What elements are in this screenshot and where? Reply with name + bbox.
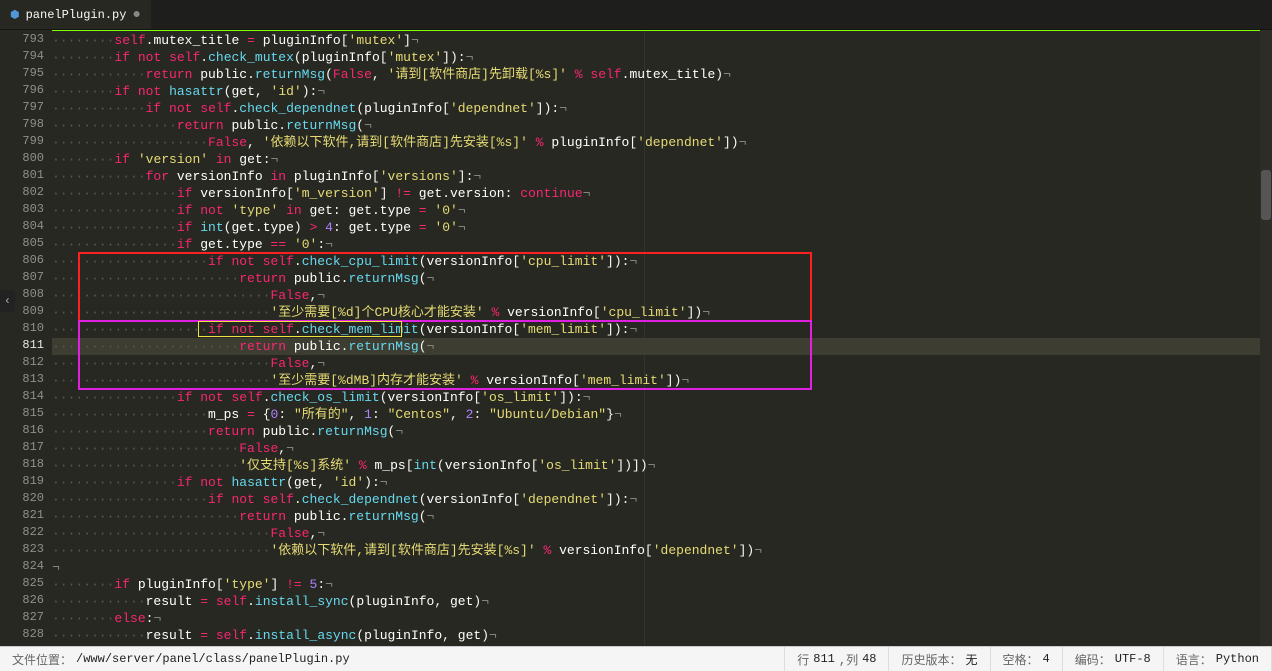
tab-bar: ⬢ panelPlugin.py ●	[0, 0, 1272, 30]
code-line[interactable]: ········self.mutex_title = pluginInfo['m…	[52, 32, 1272, 49]
scrollbar-thumb[interactable]	[1261, 170, 1271, 220]
status-indent[interactable]: 空格： 4	[991, 647, 1063, 671]
code-line[interactable]: ············result = self.install_async(…	[52, 627, 1272, 644]
code-line[interactable]: ························return public.re…	[52, 508, 1272, 525]
code-line[interactable]: ················if not self.check_os_lim…	[52, 389, 1272, 406]
code-line[interactable]: ····················if not self.check_cp…	[52, 253, 1272, 270]
python-file-icon: ⬢	[10, 8, 20, 22]
code-line[interactable]: ············return public.returnMsg(Fals…	[52, 66, 1272, 83]
code-line[interactable]: ········if not hasattr(get, 'id'):¬	[52, 83, 1272, 100]
editor-area[interactable]: 7937947957967977987998008018028038048058…	[0, 30, 1272, 646]
code-line[interactable]: ················if get.type == '0':¬	[52, 236, 1272, 253]
code-line[interactable]: ············result = self.install_sync(p…	[52, 593, 1272, 610]
status-encoding[interactable]: 编码： UTF-8	[1063, 647, 1164, 671]
code-line[interactable]: ····························False,¬	[52, 355, 1272, 372]
side-panel-toggle[interactable]: ‹	[0, 290, 15, 312]
status-bar: 文件位置： /www/server/panel/class/panelPlugi…	[0, 646, 1272, 671]
code-line[interactable]: ····························False,¬	[52, 287, 1272, 304]
line-number-gutter: 7937947957967977987998008018028038048058…	[0, 30, 52, 646]
code-line[interactable]: ····················if not self.check_de…	[52, 491, 1272, 508]
vertical-scrollbar[interactable]	[1260, 30, 1272, 646]
status-language[interactable]: 语言： Python	[1164, 647, 1272, 671]
code-line[interactable]: ········if 'version' in get:¬	[52, 151, 1272, 168]
code-line[interactable]: ····················False, '依赖以下软件,请到[软件…	[52, 134, 1272, 151]
code-line[interactable]: ················return public.returnMsg(…	[52, 117, 1272, 134]
code-line[interactable]: ················if int(get.type) > 4: ge…	[52, 219, 1272, 236]
code-line[interactable]: ························'仅支持[%s]系统' % m_…	[52, 457, 1272, 474]
status-history[interactable]: 历史版本： 无	[889, 647, 990, 671]
code-line[interactable]: ····························False,¬	[52, 525, 1272, 542]
status-line-col[interactable]: 行 811 ,列 48	[785, 647, 889, 671]
code-line[interactable]: ························return public.re…	[52, 270, 1272, 287]
code-line[interactable]: ············if not self.check_dependnet(…	[52, 100, 1272, 117]
code-line[interactable]: ····························'至少需要[%dMB]内…	[52, 372, 1272, 389]
tab-modified-indicator[interactable]: ●	[132, 7, 140, 23]
code-line[interactable]: ····················if not self.check_me…	[52, 321, 1272, 338]
tab-active[interactable]: ⬢ panelPlugin.py ●	[0, 0, 151, 29]
code-line[interactable]: ························False,¬	[52, 440, 1272, 457]
code-line[interactable]: ························return public.re…	[52, 338, 1272, 355]
code-line[interactable]: ············for versionInfo in pluginInf…	[52, 168, 1272, 185]
code-line[interactable]: ········else:¬	[52, 610, 1272, 627]
code-line[interactable]: ················if not 'type' in get: ge…	[52, 202, 1272, 219]
code-line[interactable]: ····················return public.return…	[52, 423, 1272, 440]
code-line[interactable]: ····························'至少需要[%d]个CP…	[52, 304, 1272, 321]
code-line[interactable]: ····················m_ps = {0: "所有的", 1:…	[52, 406, 1272, 423]
status-filepath[interactable]: 文件位置： /www/server/panel/class/panelPlugi…	[0, 647, 785, 671]
code-line[interactable]: ········if not self.check_mutex(pluginIn…	[52, 49, 1272, 66]
tab-filename: panelPlugin.py	[26, 8, 127, 22]
code-line[interactable]: ················if not hasattr(get, 'id'…	[52, 474, 1272, 491]
code-line[interactable]: ················if versionInfo['m_versio…	[52, 185, 1272, 202]
code-line[interactable]: ¬	[52, 559, 1272, 576]
code-line[interactable]: ········if pluginInfo['type'] != 5:¬	[52, 576, 1272, 593]
code-content[interactable]: ········self.mutex_title = pluginInfo['m…	[52, 30, 1272, 646]
code-line[interactable]: ····························'依赖以下软件,请到[软…	[52, 542, 1272, 559]
